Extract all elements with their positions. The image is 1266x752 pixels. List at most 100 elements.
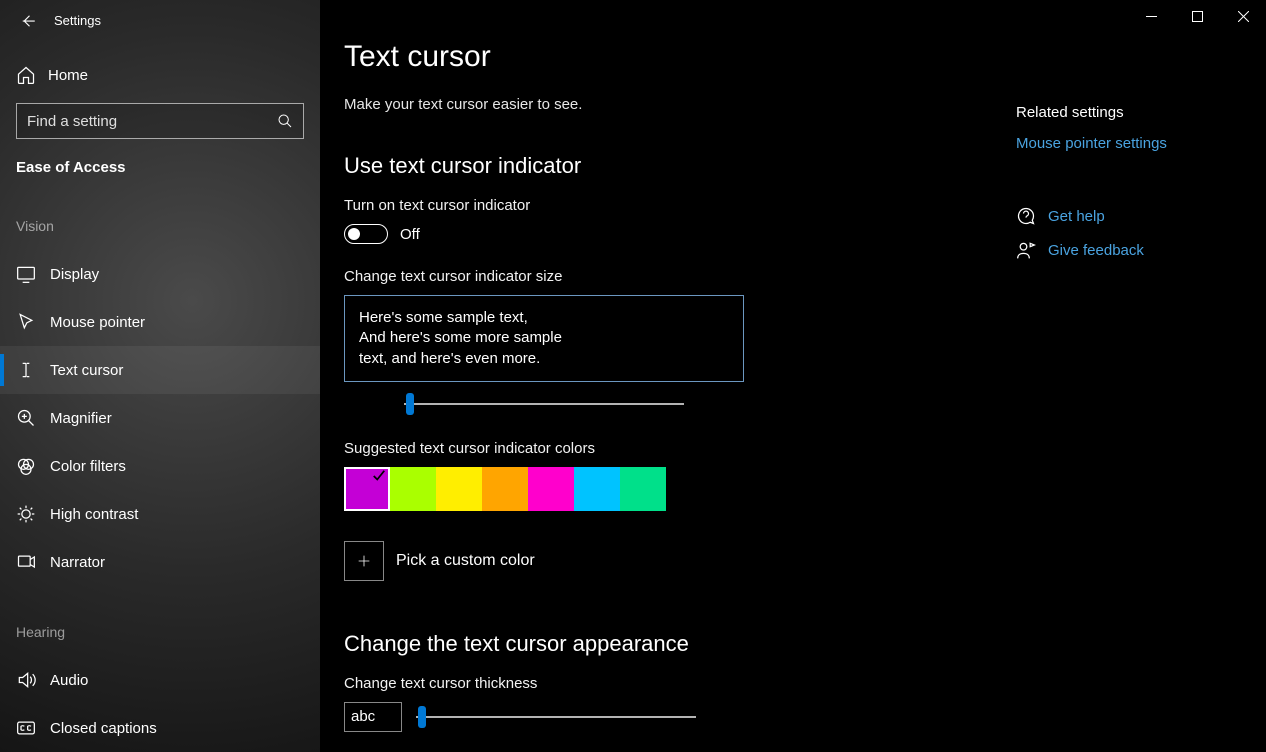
get-help-link[interactable]: Get help — [1016, 206, 1246, 226]
thickness-slider[interactable] — [416, 705, 696, 729]
plus-icon — [356, 553, 372, 569]
sidebar-item-label: Display — [50, 266, 99, 283]
main: Text cursor Make your text cursor easier… — [320, 0, 1266, 752]
related-settings: Related settings Mouse pointer settings … — [1016, 104, 1246, 274]
close-button[interactable] — [1220, 0, 1266, 32]
thickness-preview: abc — [344, 702, 402, 732]
sidebar-item-label: Mouse pointer — [50, 314, 145, 331]
mouse-pointer-icon — [16, 312, 36, 332]
size-slider[interactable] — [404, 392, 684, 416]
check-icon — [372, 469, 386, 488]
slider-thumb[interactable] — [406, 393, 414, 415]
thickness-row: abc — [344, 702, 956, 732]
page-title: Text cursor — [344, 40, 956, 74]
sidebar-header: Settings — [0, 0, 320, 41]
nav-list-vision: Display Mouse pointer Text cursor Magnif… — [0, 240, 320, 586]
thickness-label: Change text cursor thickness — [344, 675, 956, 692]
nav-list-hearing: Audio Closed captions — [0, 646, 320, 752]
sidebar-item-display[interactable]: Display — [0, 250, 320, 298]
sidebar-item-label: Narrator — [50, 554, 105, 571]
category-label: Ease of Access — [0, 139, 320, 180]
colors-label: Suggested text cursor indicator colors — [344, 440, 956, 457]
color-swatch[interactable] — [390, 467, 436, 511]
minimize-button[interactable] — [1128, 0, 1174, 32]
search-icon — [277, 113, 293, 129]
display-icon — [16, 264, 36, 284]
mouse-pointer-settings-link[interactable]: Mouse pointer settings — [1016, 135, 1246, 152]
search-box[interactable] — [16, 103, 304, 139]
sample-line3: text, and here's even more. — [359, 349, 729, 369]
size-slider-wrap — [344, 392, 744, 416]
sidebar-item-high-contrast[interactable]: High contrast — [0, 490, 320, 538]
search-container — [0, 95, 320, 139]
custom-color-row: Pick a custom color — [344, 541, 956, 581]
sidebar-item-label: Audio — [50, 672, 88, 689]
sidebar-item-label: Closed captions — [50, 720, 157, 737]
custom-color-button[interactable] — [344, 541, 384, 581]
minimize-icon — [1146, 11, 1157, 22]
custom-color-label: Pick a custom color — [396, 552, 535, 570]
appearance-heading: Change the text cursor appearance — [344, 631, 956, 657]
text-cursor-icon — [16, 360, 36, 380]
home-label: Home — [48, 67, 88, 84]
color-swatch[interactable] — [436, 467, 482, 511]
sidebar-item-audio[interactable]: Audio — [0, 656, 320, 704]
content: Text cursor Make your text cursor easier… — [320, 20, 980, 732]
indicator-toggle[interactable] — [344, 224, 388, 244]
sidebar-item-mouse-pointer[interactable]: Mouse pointer — [0, 298, 320, 346]
help-icon — [1016, 206, 1036, 226]
slider-track — [416, 716, 696, 718]
page-subtitle: Make your text cursor easier to see. — [344, 96, 956, 113]
close-icon — [1238, 11, 1249, 22]
color-swatch[interactable] — [482, 467, 528, 511]
group-vision-label: Vision — [0, 180, 320, 240]
color-swatch[interactable] — [620, 467, 666, 511]
sidebar-item-color-filters[interactable]: Color filters — [0, 442, 320, 490]
settings-app: Settings Home Ease of Access Vision Disp… — [0, 0, 1266, 752]
sidebar-item-narrator[interactable]: Narrator — [0, 538, 320, 586]
narrator-icon — [16, 552, 36, 572]
feedback-icon — [1016, 240, 1036, 260]
home-nav[interactable]: Home — [0, 55, 320, 95]
audio-icon — [16, 670, 36, 690]
maximize-button[interactable] — [1174, 0, 1220, 32]
sidebar-item-label: High contrast — [50, 506, 138, 523]
slider-track — [404, 403, 684, 405]
closed-captions-icon — [16, 718, 36, 738]
back-arrow-icon — [19, 12, 37, 30]
color-swatch[interactable] — [344, 467, 390, 511]
sidebar-item-label: Color filters — [50, 458, 126, 475]
group-hearing-label: Hearing — [0, 586, 320, 646]
sample-line1: Here's some sample text, — [359, 308, 729, 328]
magnifier-icon — [16, 408, 36, 428]
color-filters-icon — [16, 456, 36, 476]
toggle-knob — [348, 228, 360, 240]
related-heading: Related settings — [1016, 104, 1246, 121]
maximize-icon — [1192, 11, 1203, 22]
back-button[interactable] — [8, 1, 48, 41]
sidebar-item-label: Text cursor — [50, 362, 123, 379]
sidebar-item-text-cursor[interactable]: Text cursor — [0, 346, 320, 394]
home-icon — [16, 65, 36, 85]
give-feedback-link[interactable]: Give feedback — [1016, 240, 1246, 260]
toggle-state: Off — [400, 226, 420, 243]
sample-text-box: Here's some sample text, And here's some… — [344, 295, 744, 382]
indicator-heading: Use text cursor indicator — [344, 153, 956, 179]
color-swatch[interactable] — [574, 467, 620, 511]
toggle-row: Off — [344, 224, 956, 244]
give-feedback-label: Give feedback — [1048, 242, 1144, 259]
size-label: Change text cursor indicator size — [344, 268, 956, 285]
color-swatches — [344, 467, 956, 511]
color-swatch[interactable] — [528, 467, 574, 511]
search-input[interactable] — [27, 113, 277, 130]
sidebar-item-magnifier[interactable]: Magnifier — [0, 394, 320, 442]
app-title: Settings — [54, 13, 101, 28]
slider-thumb[interactable] — [418, 706, 426, 728]
sidebar-item-closed-captions[interactable]: Closed captions — [0, 704, 320, 752]
sidebar: Settings Home Ease of Access Vision Disp… — [0, 0, 320, 752]
titlebar-controls — [1128, 0, 1266, 32]
high-contrast-icon — [16, 504, 36, 524]
toggle-label-text: Turn on text cursor indicator — [344, 197, 956, 214]
sidebar-item-label: Magnifier — [50, 410, 112, 427]
get-help-label: Get help — [1048, 208, 1105, 225]
